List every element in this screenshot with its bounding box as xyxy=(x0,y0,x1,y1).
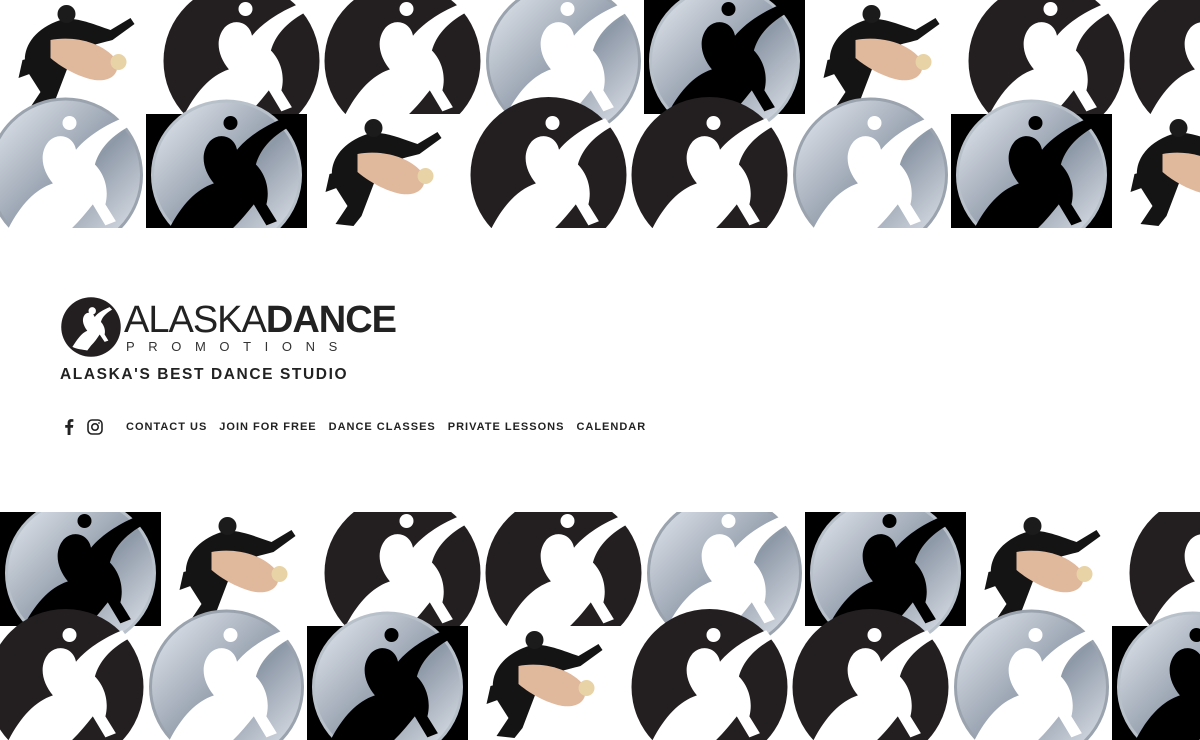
mosaic-banner-top xyxy=(0,0,1200,228)
logo-word-dance: DANCE xyxy=(265,299,397,341)
mosaic-tile-silver-9 xyxy=(149,609,304,740)
mosaic-tile-black-silver-15 xyxy=(1112,611,1200,740)
logo-word-promotions: PROMOTIONS xyxy=(126,339,351,354)
main-navigation: CONTACT US JOIN FOR FREE DANCE CLASSES P… xyxy=(60,418,658,436)
dancer-mosaic-top xyxy=(0,0,1200,228)
nav-dance-classes[interactable]: DANCE CLASSES xyxy=(329,421,436,433)
dancer-mosaic-bottom xyxy=(0,512,1200,740)
mosaic-tile-couple-0 xyxy=(0,0,161,114)
logo-word-alaska: ALASKA xyxy=(124,299,267,341)
facebook-icon[interactable] xyxy=(60,418,78,436)
mosaic-tile-couple-11 xyxy=(468,626,629,740)
logo-wordmark: ALASKADANCE xyxy=(124,299,397,341)
mosaic-tile-couple-6 xyxy=(966,512,1127,626)
social-links xyxy=(60,418,104,436)
nav-menu: CONTACT US JOIN FOR FREE DANCE CLASSES P… xyxy=(126,421,658,433)
mosaic-tile-couple-15 xyxy=(1112,114,1200,228)
mosaic-tile-black-silver-10 xyxy=(307,611,468,740)
site-tagline: ALASKA'S BEST DANCE STUDIO xyxy=(60,366,349,383)
mosaic-tile-silver-13 xyxy=(793,97,948,228)
mosaic-tile-silver-14 xyxy=(954,609,1109,740)
facebook-glyph xyxy=(65,419,74,435)
dancer-logo-icon xyxy=(61,297,121,357)
mosaic-tile-couple-10 xyxy=(307,114,468,228)
mosaic-tile-silver-8 xyxy=(0,97,143,228)
nav-contact-us[interactable]: CONTACT US xyxy=(126,421,207,433)
nav-calendar[interactable]: CALENDAR xyxy=(576,421,646,433)
mosaic-tile-black-silver-9 xyxy=(146,99,307,228)
mosaic-tile-black-silver-14 xyxy=(951,99,1112,228)
mosaic-banner-bottom xyxy=(0,512,1200,740)
nav-private-lessons[interactable]: PRIVATE LESSONS xyxy=(448,421,565,433)
instagram-icon[interactable] xyxy=(86,418,104,436)
site-header: ALASKADANCE PROMOTIONS ALASKA'S BEST DAN… xyxy=(60,296,397,384)
mosaic-tile-couple-1 xyxy=(161,512,322,626)
mosaic-tile-couple-5 xyxy=(805,0,966,114)
nav-join-for-free[interactable]: JOIN FOR FREE xyxy=(219,421,316,433)
instagram-glyph xyxy=(87,419,103,435)
site-logo[interactable]: ALASKADANCE PROMOTIONS xyxy=(60,296,397,358)
